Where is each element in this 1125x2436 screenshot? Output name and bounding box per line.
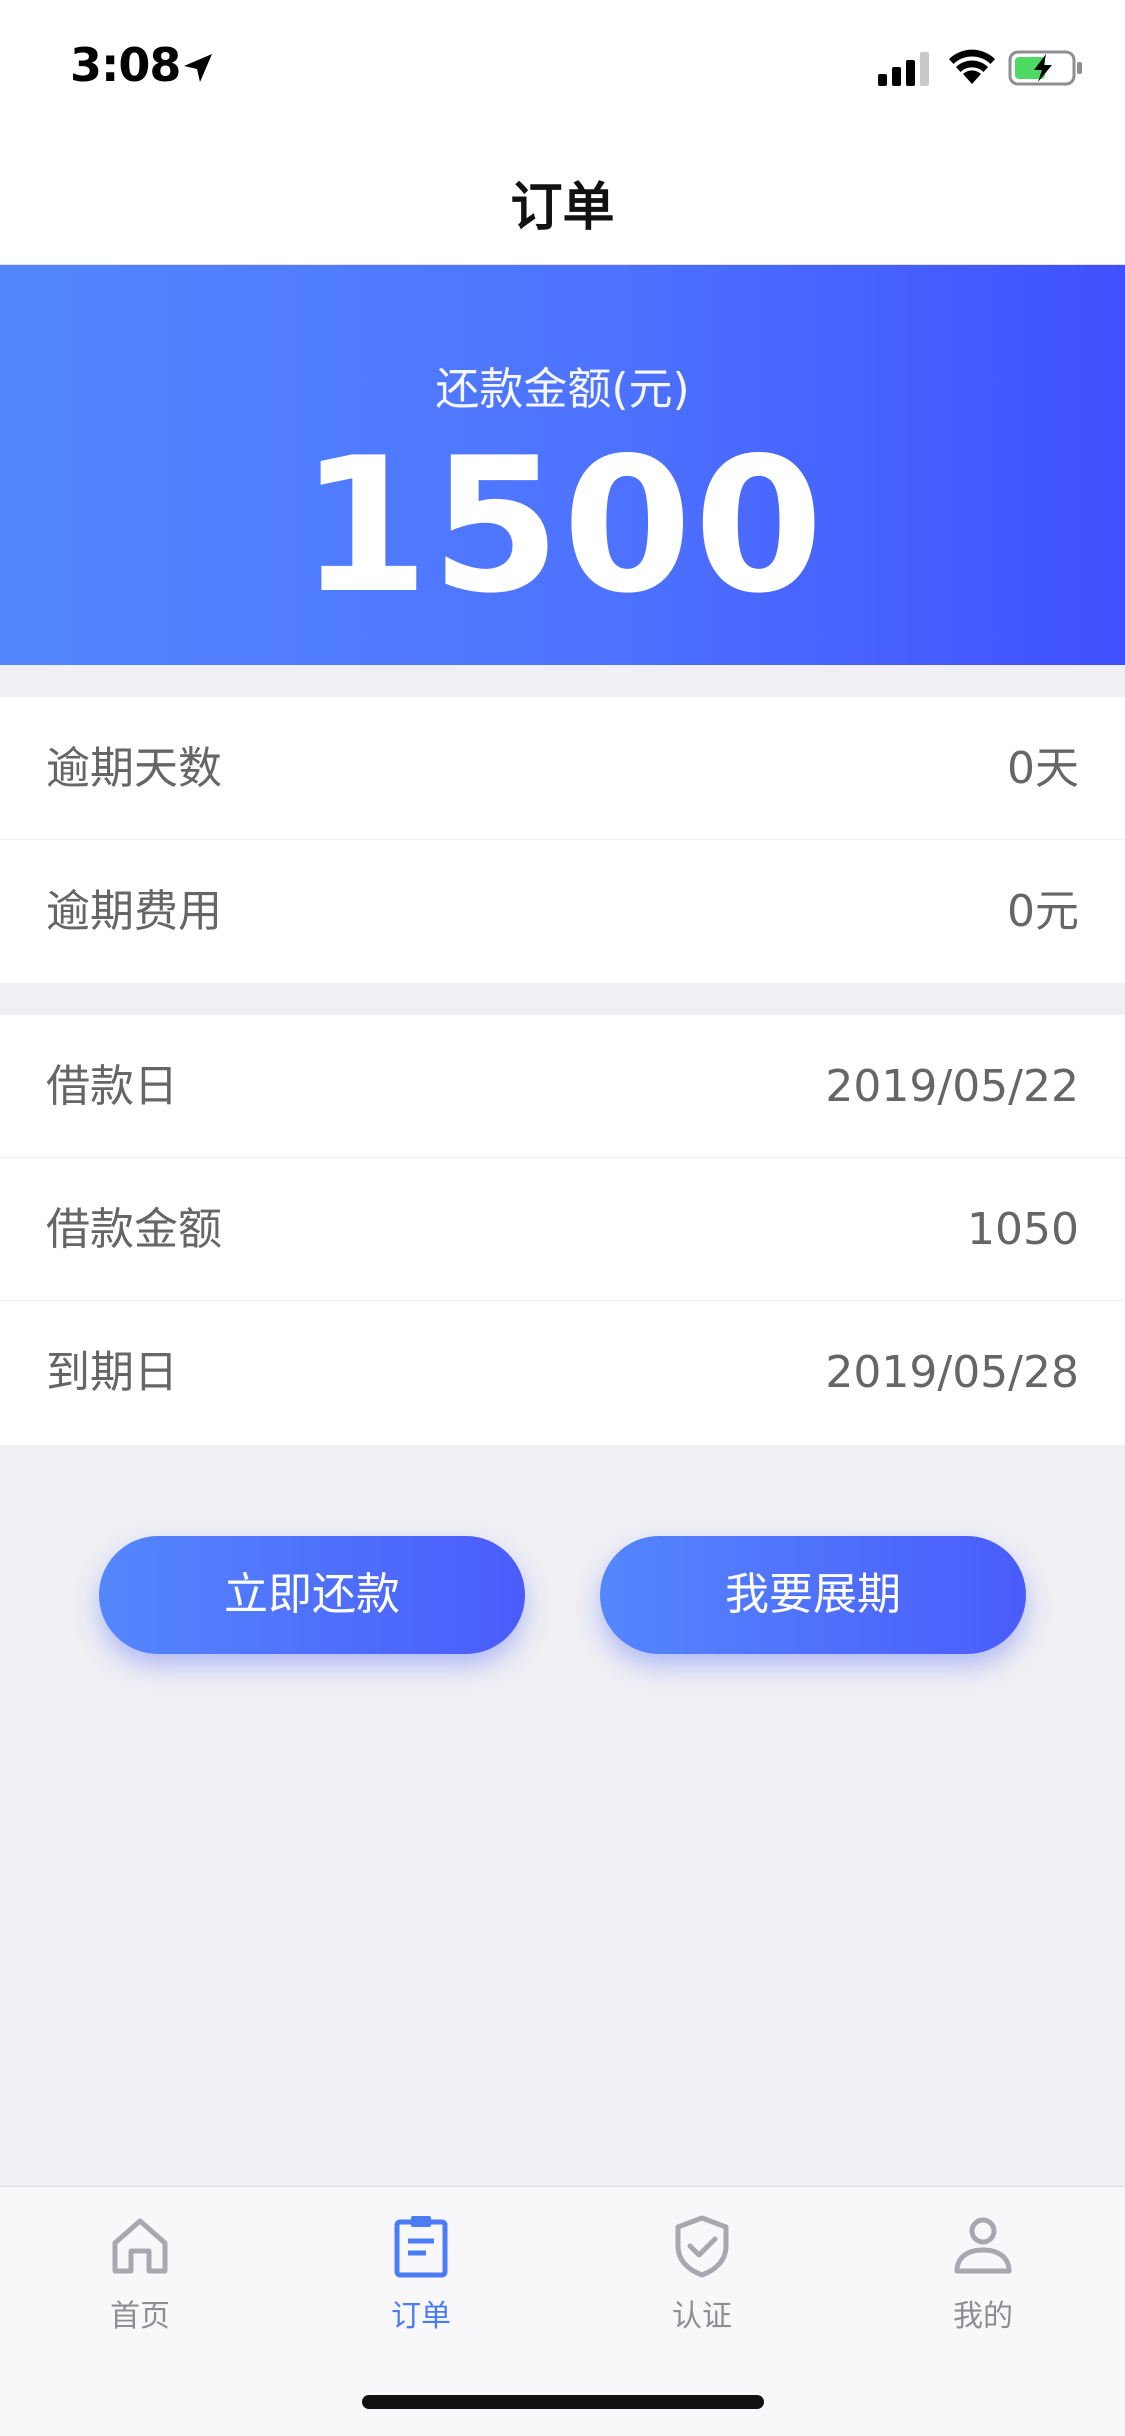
tab-label: 首页 [110, 2299, 170, 2334]
row-label: 逾期天数 [46, 743, 222, 794]
cellular-signal-icon [878, 52, 929, 86]
status-time: 3:08 [70, 38, 181, 92]
tab-label: 我的 [953, 2299, 1013, 2334]
repay-now-button[interactable]: 立即还款 [99, 1536, 525, 1654]
row-value: 2019/05/28 [825, 1347, 1079, 1398]
tab-label: 认证 [672, 2299, 732, 2334]
row-label: 借款日 [46, 1061, 178, 1112]
row-value: 1050 [967, 1204, 1079, 1255]
user-icon [954, 2217, 1012, 2274]
status-bar: 3:08 [0, 0, 1125, 135]
tab-mine[interactable]: 我的 [883, 2213, 1083, 2343]
info-row-due-date: 到期日 2019/05/28 [0, 1301, 1125, 1444]
repayment-amount-value: 1500 [299, 417, 826, 634]
order-icon [394, 2216, 448, 2278]
home-indicator[interactable] [362, 2395, 764, 2409]
row-value: 2019/05/22 [825, 1061, 1079, 1112]
row-value: 0天 [1007, 743, 1079, 794]
info-row-overdue-fee: 逾期费用 0元 [0, 840, 1125, 983]
repayment-banner: 还款金额(元) 1500 [0, 265, 1125, 665]
info-row-overdue-days: 逾期天数 0天 [0, 697, 1125, 840]
overdue-info-section: 逾期天数 0天 逾期费用 0元 [0, 697, 1125, 983]
nav-bar: 订单 [0, 135, 1125, 265]
row-label: 逾期费用 [46, 886, 222, 937]
tab-home[interactable]: 首页 [40, 2213, 240, 2343]
tab-label: 订单 [391, 2299, 451, 2334]
repayment-amount-label: 还款金额(元) [435, 364, 690, 415]
row-label: 借款金额 [46, 1204, 222, 1255]
info-row-loan-date: 借款日 2019/05/22 [0, 1015, 1125, 1158]
loan-info-section: 借款日 2019/05/22 借款金额 1050 到期日 2019/05/28 [0, 1015, 1125, 1445]
battery-charging-icon [1008, 50, 1082, 86]
location-arrow-icon [184, 54, 212, 82]
tab-verify[interactable]: 认证 [602, 2213, 802, 2343]
page-title: 订单 [510, 178, 615, 238]
row-value: 0元 [1007, 886, 1079, 937]
row-label: 到期日 [46, 1347, 178, 1398]
home-icon [112, 2218, 168, 2274]
screen: 3:08 订单 还款金额(元) 1500 逾期天数 0天 逾期费用 0元 借款日… [0, 0, 1125, 2436]
info-row-loan-amount: 借款金额 1050 [0, 1158, 1125, 1301]
wifi-icon [949, 49, 995, 84]
tab-order[interactable]: 订单 [321, 2213, 521, 2343]
shield-check-icon [675, 2215, 729, 2278]
extend-loan-button[interactable]: 我要展期 [600, 1536, 1026, 1654]
